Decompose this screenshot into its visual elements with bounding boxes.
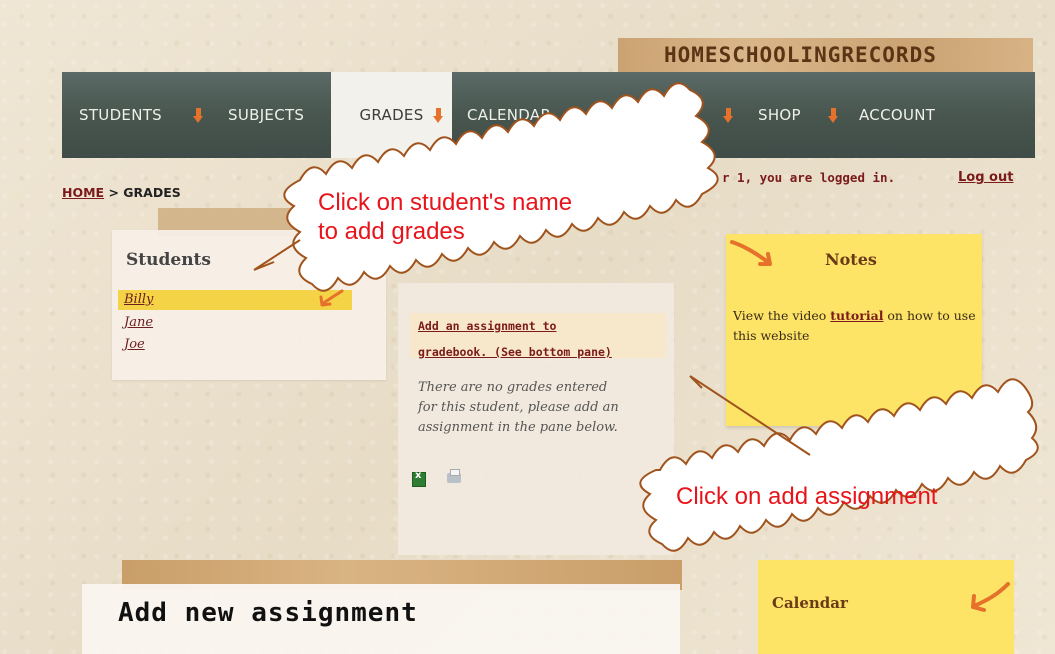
- top-callout-line2: to add grades: [318, 218, 465, 245]
- bottom-callout-bubble: [639, 378, 1039, 552]
- top-callout-bubble: [283, 82, 719, 292]
- bottom-callout-text: Click on add assignment: [676, 483, 938, 510]
- top-callout-line1: Click on student's name: [318, 189, 573, 216]
- top-callout-text: Click on student's name to add grades: [318, 188, 572, 246]
- callout-overlay: [253, 82, 1039, 552]
- top-callout-pointer: [253, 239, 301, 271]
